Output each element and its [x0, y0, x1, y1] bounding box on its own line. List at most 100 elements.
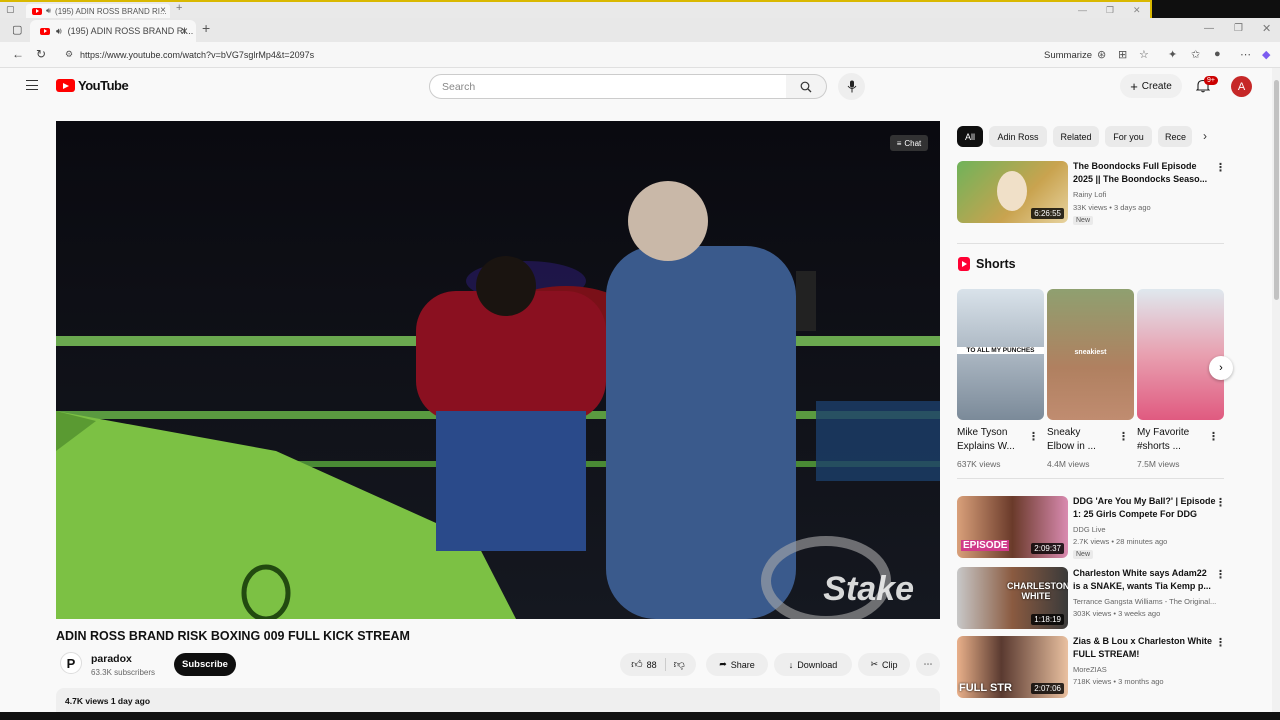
create-button[interactable]: + Create — [1120, 74, 1182, 98]
chip-all[interactable]: All — [957, 126, 983, 147]
rec-thumbnail[interactable]: 6:26:55 — [957, 161, 1068, 223]
short-title-line: Mike Tyson — [957, 427, 1008, 438]
rec-meta: 718K views • 3 months ago — [1073, 677, 1164, 686]
short-views: 4.4M views — [1047, 459, 1090, 469]
description-box[interactable] — [56, 688, 940, 712]
download-button[interactable]: ↓ Download — [774, 653, 852, 676]
more-vert-icon[interactable]: ⋮ — [1215, 496, 1226, 509]
channel-name[interactable]: paradox — [91, 653, 132, 665]
site-info-icon[interactable]: ⚙ — [65, 49, 73, 60]
video-player[interactable]: ≡ Chat Stake — [56, 121, 940, 619]
rec-channel[interactable]: MoreZIAS — [1073, 664, 1107, 676]
url-field[interactable]: ⚙ https://www.youtube.com/watch?v=bVG7sg… — [60, 45, 1160, 65]
video-title: ADIN ROSS BRAND RISK BOXING 009 FULL KIC… — [56, 629, 410, 643]
youtube-logo[interactable]: YouTube — [56, 78, 129, 93]
share-label: Share — [730, 659, 755, 670]
outer-tab-strip: ▢ 🔊︎ (195) ADIN ROSS BRAND RI... × + — ❐… — [0, 0, 1152, 18]
extensions-icon[interactable]: ✦ — [1168, 48, 1177, 61]
subscribe-button[interactable]: Subscribe — [174, 653, 236, 676]
tab-actions-icon[interactable]: ▢ — [12, 23, 22, 36]
download-icon: ↓ — [788, 659, 794, 670]
rec-channel[interactable]: Rainy Lofi — [1073, 189, 1106, 201]
minimize-icon[interactable]: — — [1204, 23, 1214, 34]
more-vert-icon[interactable]: ⋮ — [1215, 636, 1226, 649]
favorites-icon[interactable]: ✩ — [1191, 48, 1200, 61]
dislike-button[interactable]: 👎︎ — [670, 658, 685, 671]
rec-title[interactable]: Zias & B Lou x Charleston White FULL STR… — [1073, 635, 1212, 661]
search-input[interactable]: Search — [429, 74, 787, 99]
youtube-favicon-icon — [40, 27, 50, 35]
reader-icon[interactable]: ⊞ — [1118, 48, 1127, 61]
short-title[interactable]: My Favorite #shorts ... — [1137, 426, 1189, 454]
chip-recent[interactable]: Rece — [1158, 126, 1192, 147]
voice-search-button[interactable] — [838, 73, 865, 100]
short-views: 637K views — [957, 459, 1001, 469]
chip-related[interactable]: Related — [1053, 126, 1099, 147]
chips-next-icon[interactable]: › — [1203, 129, 1207, 143]
rec-thumbnail[interactable]: FULL STR 2:07:06 — [957, 636, 1068, 698]
short-thumbnail[interactable]: sneakiest — [1047, 289, 1134, 420]
more-options-icon[interactable]: ⋯ — [1240, 48, 1251, 61]
rec-thumbnail[interactable]: CHARLESTON WHITE 1:18:19 — [957, 567, 1068, 629]
short-title[interactable]: Mike Tyson Explains W... — [957, 426, 1015, 454]
divider — [957, 478, 1224, 479]
chip-for-you[interactable]: For you — [1105, 126, 1152, 147]
rec-title[interactable]: DDG 'Are You My Ball?' | Episode 1: 25 G… — [1073, 495, 1216, 521]
more-vert-icon[interactable]: ⋮ — [1215, 161, 1226, 174]
share-button[interactable]: ➦ Share — [706, 653, 768, 676]
rec-channel[interactable]: Terrance Gangsta Williams - The Original… — [1073, 596, 1216, 608]
short-thumbnail[interactable]: TO ALL MY PUNCHES — [957, 289, 1044, 420]
new-tab-icon[interactable]: + — [202, 20, 210, 36]
copilot-icon[interactable]: ◆ — [1262, 48, 1270, 61]
short-overlay-text: sneakiest — [1074, 349, 1107, 356]
rec-title-line: 1: 25 Girls Compete For DDG — [1073, 509, 1198, 519]
video-duration: 2:09:37 — [1031, 543, 1064, 554]
favorite-star-icon[interactable]: ☆ — [1139, 48, 1149, 61]
close-tab-icon[interactable]: × — [160, 5, 166, 16]
short-views: 7.5M views — [1137, 459, 1180, 469]
tab-actions-icon[interactable]: ▢ — [6, 4, 15, 15]
address-bar-row: ← ↻ ⚙ https://www.youtube.com/watch?v=bV… — [0, 42, 1280, 68]
rec-title[interactable]: The Boondocks Full Episode 2025 || The B… — [1073, 160, 1207, 186]
active-tab[interactable]: 🔊︎ (195) ADIN ROSS BRAND RI... × — [30, 20, 196, 42]
more-actions-button[interactable]: ⋯ — [916, 653, 940, 676]
close-window-icon[interactable]: ✕ — [1133, 5, 1141, 16]
maximize-icon[interactable]: ❐ — [1106, 5, 1114, 16]
speaker-icon: 🔊︎ — [46, 6, 52, 15]
short-thumbnail[interactable] — [1137, 289, 1224, 420]
scrollbar-thumb[interactable] — [1274, 80, 1279, 300]
clip-button[interactable]: ✂ Clip — [858, 653, 910, 676]
menu-icon[interactable] — [26, 80, 38, 90]
profile-icon[interactable]: ● — [1214, 48, 1221, 60]
rec-thumbnail[interactable]: EPISODE 2:09:37 — [957, 496, 1068, 558]
channel-avatar[interactable]: P — [60, 652, 82, 674]
shorts-heading-text: Shorts — [976, 257, 1016, 271]
download-label: Download — [797, 659, 838, 670]
maximize-icon[interactable]: ❐ — [1234, 23, 1243, 34]
close-tab-icon[interactable]: × — [181, 24, 188, 38]
close-window-icon[interactable]: ✕ — [1262, 22, 1271, 35]
new-tab-icon[interactable]: + — [176, 2, 182, 14]
more-vert-icon[interactable]: ⋮ — [1208, 430, 1219, 443]
subscriber-count: 63.3K subscribers — [91, 668, 156, 677]
shorts-next-button[interactable]: › — [1209, 356, 1233, 380]
chat-toggle-button[interactable]: ≡ Chat — [890, 135, 928, 151]
thumbs-down-icon: 👎︎ — [673, 659, 685, 671]
account-avatar[interactable]: A — [1231, 76, 1252, 97]
chip-adin-ross[interactable]: Adin Ross — [989, 126, 1047, 147]
reload-icon[interactable]: ↻ — [36, 47, 46, 61]
search-button[interactable] — [786, 74, 827, 99]
summarize-button[interactable]: Summarize — [1044, 50, 1092, 61]
more-vert-icon[interactable]: ⋮ — [1215, 568, 1226, 581]
rec-channel[interactable]: DDG Live — [1073, 524, 1106, 536]
more-vert-icon[interactable]: ⋮ — [1118, 430, 1129, 443]
short-title-line: #shorts ... — [1137, 441, 1181, 452]
like-button[interactable]: 👍︎ 88 — [631, 658, 666, 671]
rec-title[interactable]: Charleston White says Adam22 is a SNAKE,… — [1073, 567, 1211, 593]
translate-icon[interactable]: ⊛ — [1097, 48, 1106, 61]
more-vert-icon[interactable]: ⋮ — [1028, 430, 1039, 443]
short-title[interactable]: Sneaky Elbow in ... — [1047, 426, 1096, 454]
back-icon[interactable]: ← — [12, 47, 24, 61]
minimize-icon[interactable]: — — [1078, 5, 1087, 15]
outer-tab[interactable]: 🔊︎ (195) ADIN ROSS BRAND RI... × — [26, 4, 170, 18]
